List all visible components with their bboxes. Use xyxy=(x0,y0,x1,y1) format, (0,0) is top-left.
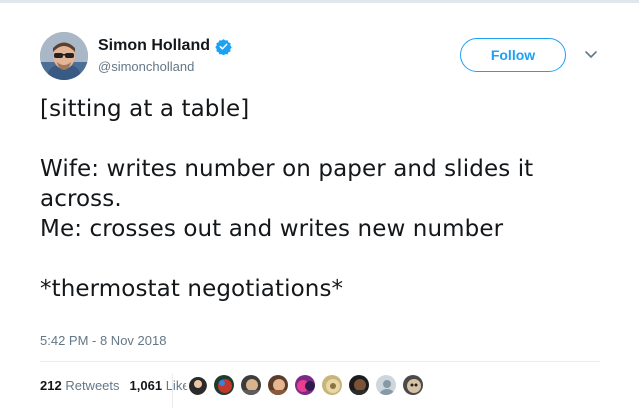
follow-button[interactable]: Follow xyxy=(460,38,566,72)
tweet-text: [sitting at a table] Wife: writes number… xyxy=(40,94,600,304)
user-handle[interactable]: @simoncholland xyxy=(98,59,232,74)
stats-separator xyxy=(172,374,173,408)
liker-avatars xyxy=(186,374,429,396)
tweet-timestamp[interactable]: 5:42 PM - 8 Nov 2018 xyxy=(40,333,166,348)
tweet-line: *thermostat negotiations* xyxy=(40,276,344,302)
tweet-header: Simon Holland @simoncholland Follow xyxy=(40,32,610,82)
tweet-line: Wife: writes number on paper and slides … xyxy=(40,156,534,212)
chevron-down-icon[interactable] xyxy=(583,46,599,62)
liker-avatar-9[interactable] xyxy=(402,374,424,396)
user-info: Simon Holland @simoncholland xyxy=(98,36,232,74)
retweets-label: Retweets xyxy=(65,377,120,393)
tweet-line: [sitting at a table] xyxy=(40,96,250,122)
avatar[interactable] xyxy=(40,32,88,80)
liker-avatar-1[interactable] xyxy=(186,374,208,396)
liker-avatar-6[interactable] xyxy=(321,374,343,396)
tweet-line: Me: crosses out and writes new number xyxy=(40,216,504,242)
liker-avatar-8[interactable] xyxy=(375,374,397,396)
display-name[interactable]: Simon Holland xyxy=(98,37,210,55)
tweet-card: Simon Holland @simoncholland Follow [sit… xyxy=(0,0,639,408)
retweets-count: 212 xyxy=(40,377,62,393)
liker-avatar-3[interactable] xyxy=(240,374,262,396)
liker-avatar-7[interactable] xyxy=(348,374,370,396)
verified-badge-icon xyxy=(215,38,232,55)
liker-avatar-2[interactable] xyxy=(213,374,235,396)
retweets-stat[interactable]: 212 Retweets xyxy=(40,378,120,393)
liker-avatar-4[interactable] xyxy=(267,374,289,396)
liker-avatar-5[interactable] xyxy=(294,374,316,396)
likes-count: 1,061 xyxy=(129,377,163,393)
